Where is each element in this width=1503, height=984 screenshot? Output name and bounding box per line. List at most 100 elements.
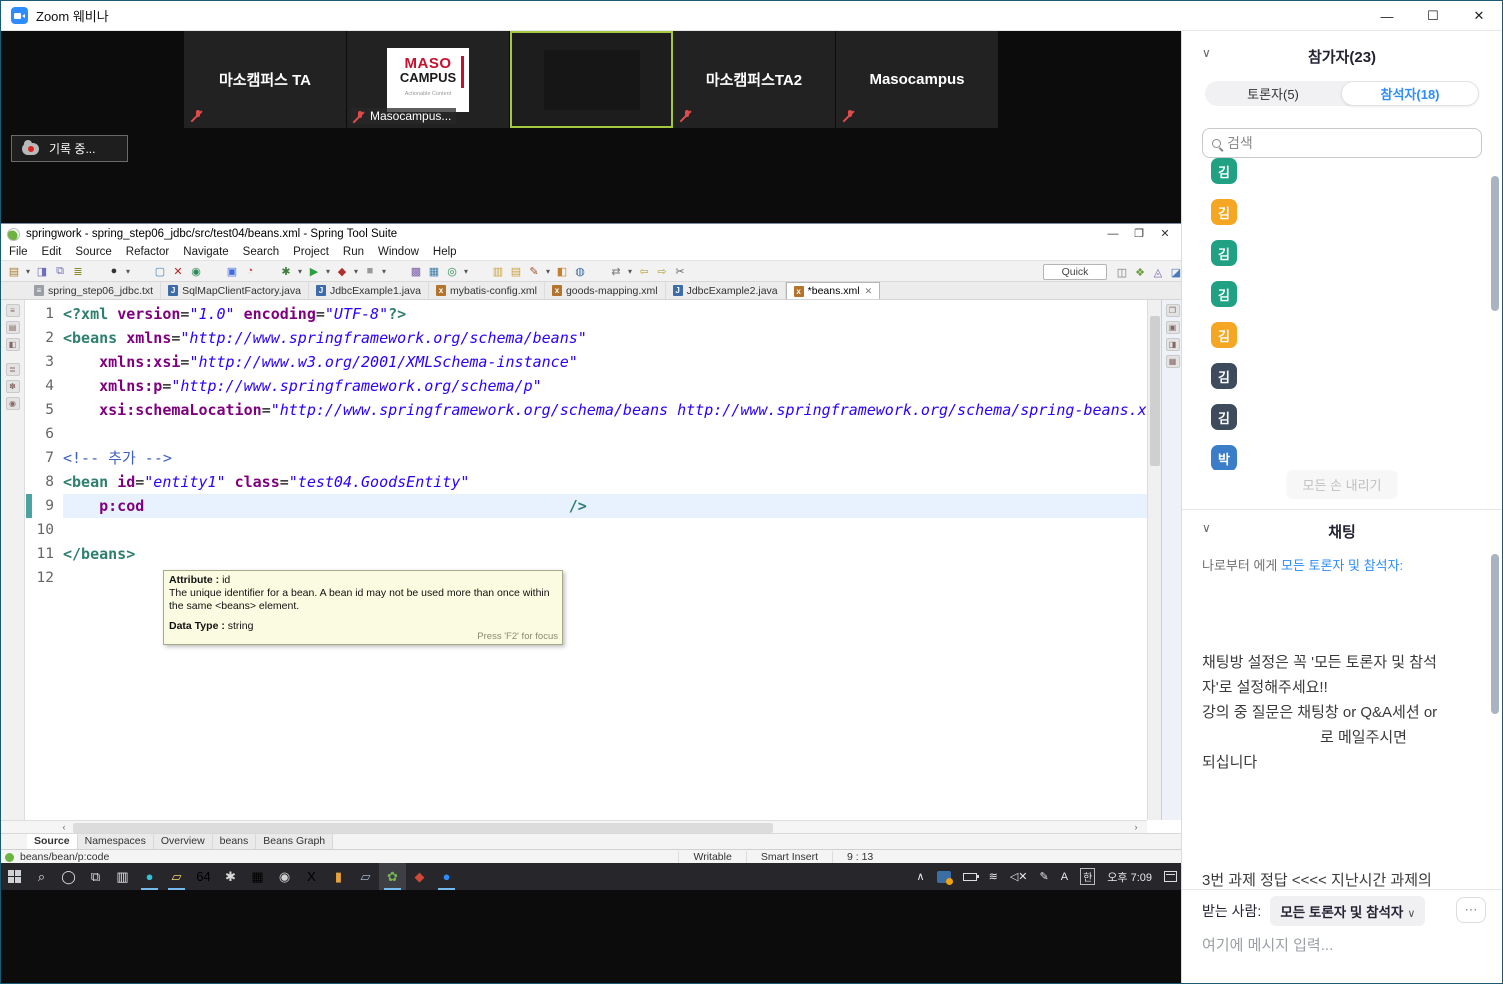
toolbar-icon[interactable] [590, 263, 606, 279]
toolbar-icon[interactable]: ▾ [544, 263, 552, 279]
menu-item[interactable]: Search [243, 246, 279, 258]
pen-icon[interactable]: ✎ [1040, 870, 1049, 883]
menu-item[interactable]: Window [378, 246, 419, 258]
maximize-button[interactable]: ☐ [1410, 1, 1456, 31]
editor-tab[interactable]: x mybatis-config.xml [429, 282, 545, 299]
battery-icon[interactable] [962, 872, 979, 881]
toolbar-icon[interactable]: ▾ [124, 263, 132, 279]
editor-vertical-scrollbar[interactable] [1147, 300, 1161, 820]
toolbar-icon[interactable]: ▢ [152, 263, 168, 279]
tab-attendees[interactable]: 참석자(18) [1341, 81, 1479, 106]
toolbar-icon[interactable]: ✱ [278, 263, 294, 279]
menu-item[interactable]: Help [433, 246, 457, 258]
editor-tab[interactable]: J SqlMapClientFactory.java [161, 282, 309, 299]
toolbar-icon[interactable] [472, 263, 488, 279]
rail-icon[interactable]: ◨ [1165, 338, 1180, 351]
scrollbar-thumb[interactable] [1491, 554, 1499, 714]
ime-latin-indicator[interactable]: A [1061, 871, 1068, 883]
minimize-button[interactable]: — [1364, 1, 1410, 31]
xml-editor[interactable]: ≡ ▤ ◧ ≣ ✽ ◉ 1 <?xml version="1.0" encodin… [1, 300, 1183, 820]
toolbar-icon[interactable]: ✕ [170, 263, 186, 279]
editor-tab[interactable]: J JdbcExample1.java [308, 282, 429, 299]
taskbar-icon[interactable]: X [298, 863, 325, 890]
rail-icon[interactable]: ▣ [1165, 321, 1180, 334]
participant-row[interactable]: 김 [1211, 240, 1492, 266]
toolbar-icon[interactable]: ■ [362, 263, 378, 279]
menu-item[interactable]: Run [343, 246, 364, 258]
toolbar-icon[interactable]: ◍ [572, 263, 588, 279]
taskbar-icon[interactable]: ◯ [55, 863, 82, 890]
menu-item[interactable]: Refactor [126, 246, 169, 258]
taskbar-icon[interactable]: ● [433, 863, 460, 890]
toolbar-icon[interactable]: ▦ [426, 263, 442, 279]
sts-restore-button[interactable]: ❐ [1126, 224, 1152, 244]
menu-item[interactable]: Edit [42, 246, 62, 258]
bottom-tab[interactable]: Namespaces [77, 834, 154, 849]
lower-all-hands-button[interactable]: 모든 손 내리기 [1286, 470, 1398, 499]
ime-korean-indicator[interactable]: 한 [1080, 868, 1096, 885]
rail-icon[interactable]: ✽ [5, 380, 20, 393]
taskbar-icon[interactable]: ▱ [352, 863, 379, 890]
toolbar-icon[interactable]: ▥ [490, 263, 506, 279]
editor-tab[interactable]: x *beans.xml ✕ [785, 282, 881, 299]
tab-close-icon[interactable]: ✕ [865, 286, 873, 297]
close-button[interactable]: ✕ [1456, 1, 1502, 31]
toolbar-icon[interactable]: ⇄ [608, 263, 624, 279]
taskbar-icon[interactable]: ● [136, 863, 163, 890]
toolbar-icon[interactable]: ⇦ [636, 263, 652, 279]
recipient-dropdown[interactable]: 모든 토론자 및 참석자 ∨ [1270, 895, 1426, 926]
chat-more-button[interactable]: ⋯ [1456, 897, 1486, 923]
participant-row[interactable]: 김 [1211, 322, 1492, 348]
toolbar-icon[interactable] [260, 263, 276, 279]
toolbar-icon[interactable]: ▾ [380, 263, 388, 279]
menu-item[interactable]: File [9, 246, 28, 258]
toolbar-icon[interactable] [134, 263, 150, 279]
toolbar-icon[interactable]: ● [106, 263, 122, 279]
participant-row[interactable]: 김 [1211, 158, 1492, 184]
toolbar-icon[interactable]: ✂ [672, 263, 688, 279]
toolbar-icon[interactable]: ▾ [352, 263, 360, 279]
toolbar-icon[interactable]: ◔ [242, 263, 258, 279]
chat-scrollbar[interactable] [1491, 554, 1499, 754]
taskbar-icon[interactable]: ✱ [217, 863, 244, 890]
participant-search-input[interactable]: 검색 [1202, 128, 1482, 158]
toolbar-icon[interactable]: ▣ [224, 263, 240, 279]
toolbar-icon[interactable]: ▾ [296, 263, 304, 279]
rail-icon[interactable]: ◉ [5, 397, 20, 410]
participant-row[interactable]: 김 [1211, 404, 1492, 430]
recording-indicator[interactable]: 기록 중... [11, 135, 128, 162]
toolbar-icon[interactable]: ✎ [526, 263, 542, 279]
toolbar-icon[interactable] [206, 263, 222, 279]
rail-icon[interactable]: ≣ [5, 363, 20, 376]
taskbar-icon[interactable]: ▥ [109, 863, 136, 890]
tray-chevron-icon[interactable]: ∧ [917, 870, 925, 883]
toolbar-icon[interactable]: ◧ [554, 263, 570, 279]
toolbar-icon[interactable]: ▾ [626, 263, 634, 279]
perspective-icon[interactable]: ❖ [1132, 264, 1148, 280]
menu-item[interactable]: Source [75, 246, 111, 258]
rail-icon[interactable]: ▤ [5, 321, 20, 334]
video-tile-selected[interactable] [510, 31, 673, 128]
video-tile[interactable]: Masocampus [836, 31, 999, 128]
taskbar-icon[interactable]: ◉ [271, 863, 298, 890]
video-tile[interactable]: 마소캠퍼스TA2 [673, 31, 836, 128]
perspective-icon[interactable]: ◬ [1150, 264, 1166, 280]
speaker-muted-icon[interactable]: ◁✕ [1010, 870, 1028, 883]
toolbar-icon[interactable]: ⧉ [52, 263, 68, 279]
toolbar-icon[interactable] [88, 263, 104, 279]
video-tile[interactable]: MASO CAMPUS Actionable Content Masocampu… [347, 31, 510, 128]
taskbar-icon[interactable]: 64 [190, 863, 217, 890]
editor-horizontal-scrollbar[interactable]: ‹ › [1, 820, 1147, 833]
toolbar-icon[interactable]: ⇨ [654, 263, 670, 279]
taskbar-icon[interactable]: ⌕ [28, 863, 55, 890]
editor-tab[interactable]: ≡ spring_step06_jdbc.txt [27, 282, 162, 299]
sts-close-button[interactable]: ✕ [1152, 224, 1178, 244]
taskbar-icon[interactable]: ▱ [163, 863, 190, 890]
participant-row[interactable]: 김 [1211, 363, 1492, 389]
toolbar-icon[interactable]: ▾ [24, 263, 32, 279]
rail-icon[interactable]: ❐ [1165, 304, 1180, 317]
toolbar-icon[interactable]: ▩ [408, 263, 424, 279]
scrollbar-thumb[interactable] [1491, 176, 1499, 311]
bottom-tab[interactable]: Overview [153, 834, 213, 849]
toolbar-icon[interactable]: ◉ [188, 263, 204, 279]
